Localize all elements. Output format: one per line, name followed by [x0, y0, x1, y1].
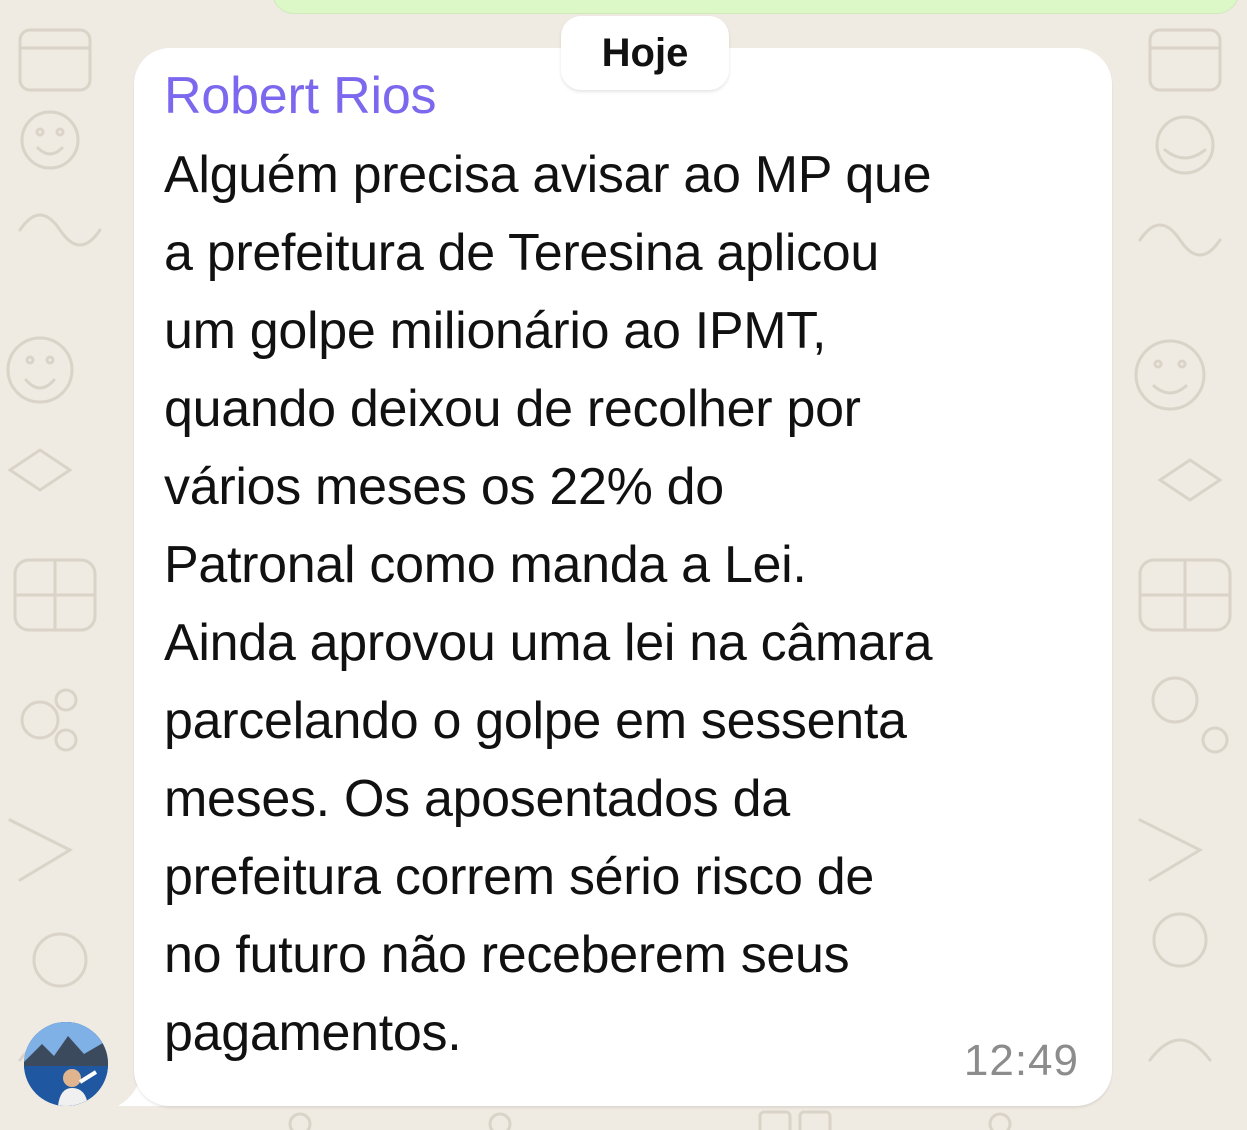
avatar[interactable]	[24, 1022, 108, 1106]
date-separator-label: Hoje	[601, 30, 689, 75]
previous-outgoing-bubble	[272, 0, 1239, 14]
message-time: 12:49	[963, 1036, 1079, 1085]
date-separator: Hoje	[561, 16, 729, 90]
message-text: Alguém precisa avisar ao MP que a prefei…	[164, 146, 933, 1062]
sender-name[interactable]: Robert Rios	[164, 66, 437, 126]
